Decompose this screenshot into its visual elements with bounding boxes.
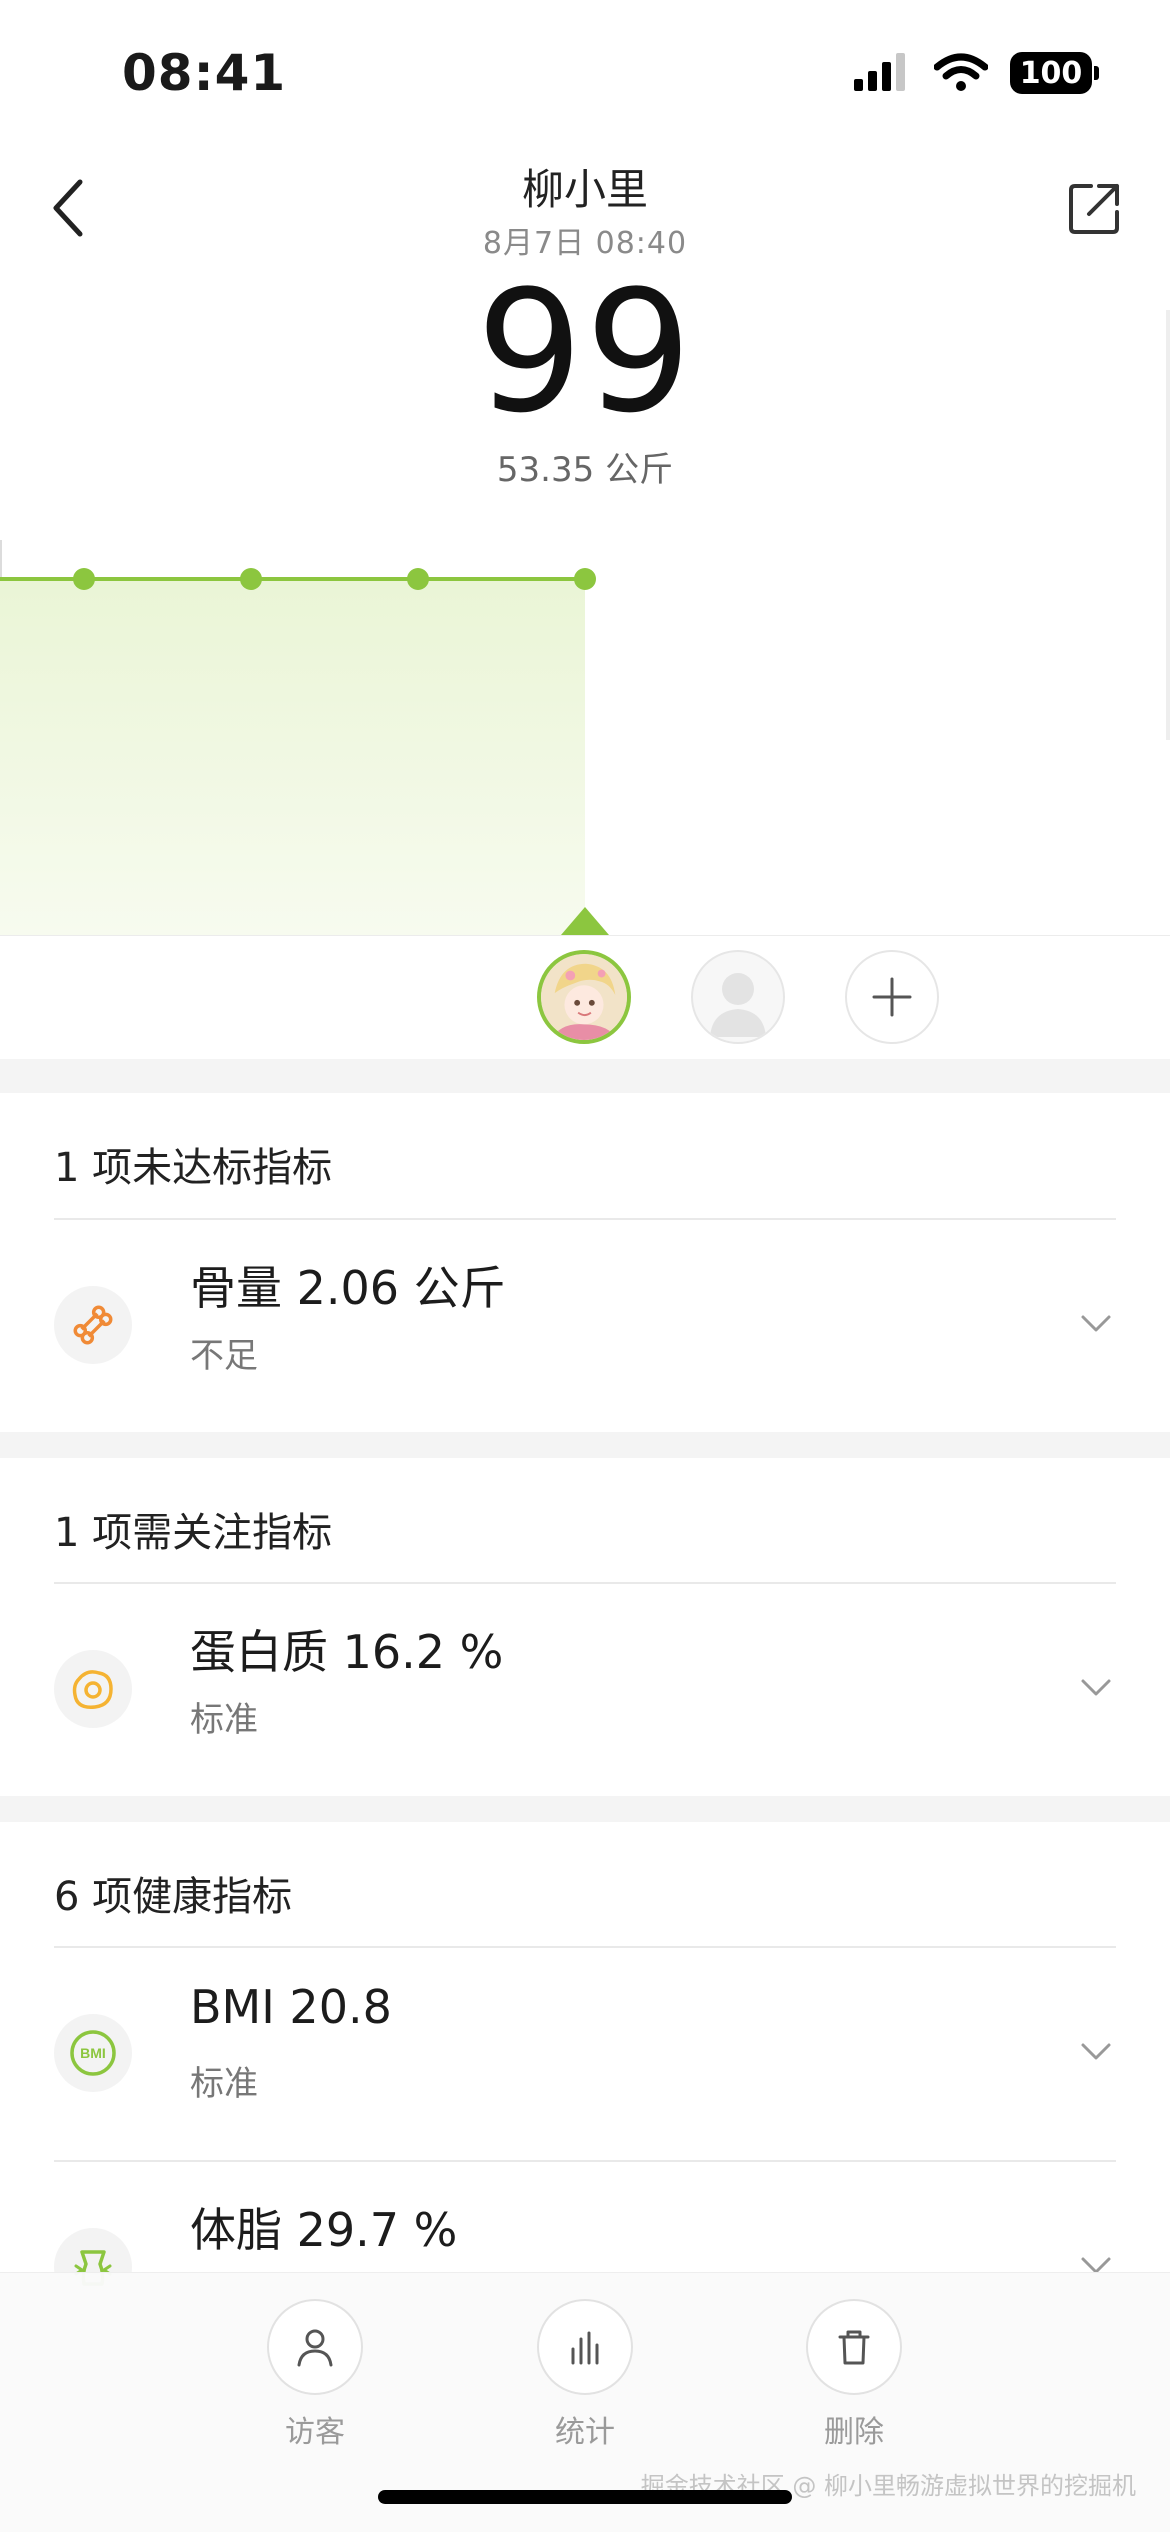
bmi-icon: BMI [54, 2014, 132, 2092]
chevron-down-icon [1076, 1304, 1116, 1344]
body-score: 99 [476, 254, 694, 450]
visitor-label: 访客 [285, 2415, 345, 2450]
metric-item-bmi[interactable]: BMI BMI 20.8 标准 [0, 1948, 1170, 2160]
chevron-down-icon [1076, 1668, 1116, 1708]
chart-point[interactable] [574, 568, 596, 590]
section-attention: 1 项需关注指标 蛋白质 16.2 % 标准 [0, 1458, 1170, 1796]
statistics-label: 统计 [555, 2415, 615, 2450]
share-button[interactable] [1060, 170, 1130, 246]
user-avatar-image [541, 954, 627, 1040]
delete-label: 删除 [824, 2415, 884, 2450]
section-gap [0, 1796, 1170, 1822]
score-trend-chart[interactable] [0, 540, 1170, 935]
battery-indicator: 100 [1010, 52, 1099, 94]
scroll-indicator [1166, 310, 1170, 740]
body-weight: 53.35 公斤 [496, 450, 674, 490]
status-icons: 100 [854, 52, 1099, 94]
visitor-button[interactable]: 访客 [245, 2299, 385, 2451]
plus-icon [872, 977, 912, 1017]
section-title: 1 项需关注指标 [54, 1510, 333, 1556]
section-unqualified: 1 项未达标指标 骨量 2.06 公斤 不足 [0, 1093, 1170, 1432]
section-gap [0, 1059, 1170, 1093]
home-indicator [378, 2490, 792, 2504]
page-title: 柳小里 [521, 165, 648, 214]
guest-avatar[interactable] [691, 950, 785, 1044]
bone-icon [54, 1286, 132, 1364]
section-gap [0, 1432, 1170, 1458]
person-placeholder-icon [710, 973, 766, 1037]
chart-point[interactable] [407, 568, 429, 590]
svg-text:BMI: BMI [80, 2045, 106, 2061]
metric-name: 骨量 2.06 公斤 [190, 1261, 506, 1315]
chevron-down-icon [1076, 2032, 1116, 2072]
metric-name: 蛋白质 16.2 % [190, 1625, 504, 1679]
wifi-icon [934, 53, 988, 91]
add-member-button[interactable] [845, 950, 939, 1044]
cellular-signal-icon [854, 53, 905, 91]
metric-item-bone-mass[interactable]: 骨量 2.06 公斤 不足 [0, 1220, 1170, 1432]
visitor-icon [267, 2299, 363, 2395]
section-title: 6 项健康指标 [54, 1874, 293, 1920]
metric-status: 标准 [190, 1700, 258, 1740]
user-avatar[interactable] [537, 950, 631, 1044]
section-title: 1 项未达标指标 [54, 1145, 333, 1191]
member-switcher [0, 935, 1170, 1059]
metric-name: BMI 20.8 [190, 1980, 392, 2034]
section-healthy: 6 项健康指标 BMI BMI 20.8 标准 体脂 29.7 % [0, 1822, 1170, 2306]
metric-status: 不足 [190, 1336, 258, 1376]
share-icon [1069, 184, 1119, 234]
metric-status: 标准 [190, 2064, 258, 2104]
chart-point[interactable] [240, 568, 262, 590]
status-time: 08:41 [122, 44, 287, 102]
metric-item-protein[interactable]: 蛋白质 16.2 % 标准 [0, 1584, 1170, 1796]
bar-chart-icon [537, 2299, 633, 2395]
trash-icon [806, 2299, 902, 2395]
metric-name: 体脂 29.7 % [190, 2203, 458, 2257]
chart-point[interactable] [73, 568, 95, 590]
statistics-button[interactable]: 统计 [515, 2299, 655, 2451]
status-bar: 08:41 100 [0, 0, 1170, 150]
chart-area-fill [0, 579, 585, 935]
egg-icon [54, 1650, 132, 1728]
delete-button[interactable]: 删除 [784, 2299, 924, 2451]
